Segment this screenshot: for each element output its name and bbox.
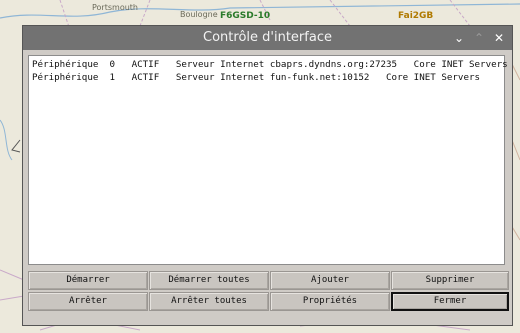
interface-control-dialog: Contrôle d'interface ⌄ ⌃ ✕ Périphérique … [23, 26, 512, 325]
start-button[interactable]: Démarrer [28, 271, 148, 290]
close-icon[interactable]: ✕ [491, 26, 507, 50]
list-item[interactable]: Périphérique 0 ACTIF Serveur Internet cb… [29, 58, 508, 71]
stop-button[interactable]: Arrêter [28, 292, 148, 311]
window-title: Contrôle d'interface [203, 30, 332, 45]
properties-button[interactable]: Propriétés [270, 292, 390, 311]
add-button[interactable]: Ajouter [270, 271, 390, 290]
map-label: Boulogne [180, 10, 218, 19]
maximize-icon[interactable]: ⌃ [471, 26, 487, 50]
stop-all-button[interactable]: Arrêter toutes [149, 292, 269, 311]
minimize-icon[interactable]: ⌄ [451, 26, 467, 50]
map-label: Portsmouth [92, 3, 138, 12]
close-button[interactable]: Fermer [391, 292, 509, 311]
title-bar[interactable]: Contrôle d'interface ⌄ ⌃ ✕ [23, 26, 512, 50]
interface-list[interactable]: Périphérique 0 ACTIF Serveur Internet cb… [28, 55, 508, 265]
map-marker[interactable]: F6GSD-10 [220, 11, 270, 21]
map-marker[interactable]: Fai2GB [398, 11, 433, 21]
delete-button[interactable]: Supprimer [391, 271, 509, 290]
list-item[interactable]: Périphérique 1 ACTIF Serveur Internet fu… [29, 71, 504, 84]
start-all-button[interactable]: Démarrer toutes [149, 271, 269, 290]
